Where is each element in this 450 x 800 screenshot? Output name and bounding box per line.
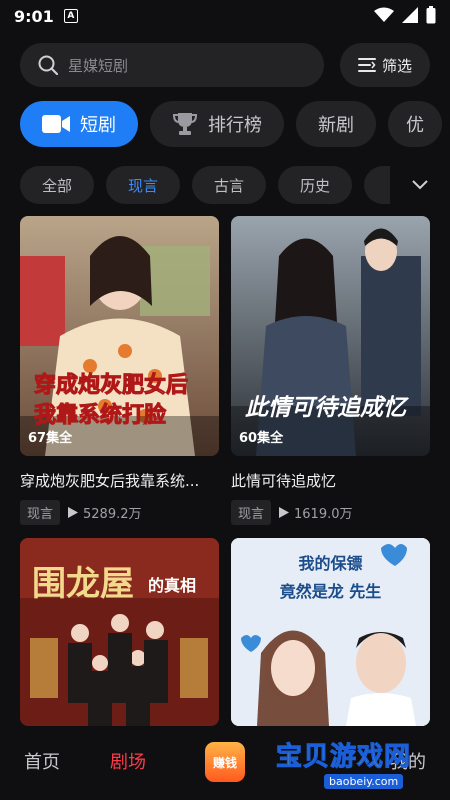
main-tabs: 短剧 排行榜 新剧 优	[20, 101, 450, 147]
drama-meta: 现言 1619.0万	[231, 500, 430, 525]
notification-icon: A	[63, 9, 78, 23]
poster-subtitle: 竟然是龙 先生	[279, 582, 382, 601]
poster-title: 此情可待追成忆	[245, 395, 406, 421]
status-time: 9:01	[14, 6, 54, 26]
genre-tabs: 全部 现言 古言 历史	[20, 166, 450, 204]
tab-label: 短剧	[80, 115, 116, 136]
search-placeholder: 星媒短剧	[68, 56, 129, 75]
search-row: 星媒短剧 筛选	[20, 43, 430, 87]
poster-title: 围龙屋	[32, 564, 134, 604]
chevron-down-icon	[412, 180, 428, 190]
filter-button[interactable]: 筛选	[340, 43, 430, 87]
play-count-value: 5289.2万	[83, 507, 142, 522]
genre-tab-ancient[interactable]: 古言	[192, 166, 267, 204]
battery-icon	[426, 6, 436, 24]
trophy-icon	[172, 113, 198, 135]
wifi-icon	[374, 7, 394, 22]
drama-title[interactable]: 穿成炮灰肥女后我靠系统...	[20, 470, 219, 491]
watermark-url: baobeiy.com	[324, 774, 404, 789]
drama-card[interactable]: 围龙屋 的真相	[20, 538, 219, 726]
earn-label: 赚钱	[212, 755, 237, 770]
drama-card[interactable]: 此情可待追成忆 60集全 此情可待追成忆 现言 1619.0万	[231, 216, 430, 525]
genre-tag: 现言	[231, 500, 272, 525]
drama-poster[interactable]: 穿成炮灰肥女后 我靠系统打脸 67集全	[20, 216, 219, 456]
genre-tab-history[interactable]: 历史	[278, 166, 353, 204]
episode-count: 67集全	[28, 431, 73, 446]
poster-subtitle: 的真相	[148, 576, 197, 595]
nav-theater[interactable]: 剧场	[110, 748, 146, 774]
episode-count: 60集全	[239, 431, 284, 446]
play-icon	[68, 507, 79, 518]
play-icon	[279, 507, 290, 518]
tab-label: 新剧	[318, 115, 354, 136]
play-count-value: 1619.0万	[294, 507, 353, 522]
watermark-text: 宝贝游戏网	[275, 742, 412, 773]
status-bar: 9:01 A	[0, 0, 450, 32]
drama-card[interactable]: 穿成炮灰肥女后 我靠系统打脸 67集全 穿成炮灰肥女后我靠系统... 现言 52…	[20, 216, 219, 525]
genre-tab-modern[interactable]: 现言	[106, 166, 181, 204]
genre-tab-all[interactable]: 全部	[20, 166, 95, 204]
drama-card[interactable]: 我的保镖 竟然是龙 先生	[231, 538, 430, 726]
drama-poster[interactable]: 此情可待追成忆 60集全	[231, 216, 430, 456]
drama-poster[interactable]: 我的保镖 竟然是龙 先生	[231, 538, 430, 726]
watermark: 宝贝游戏网 baobeiy.com	[270, 734, 430, 794]
poster-title: 穿成炮灰肥女后 我靠系统打脸	[34, 373, 189, 429]
play-count: 5289.2万	[68, 503, 142, 522]
tab-label: 优	[406, 115, 424, 136]
play-count: 1619.0万	[279, 503, 353, 522]
signal-icon	[402, 7, 418, 23]
tab-new-drama[interactable]: 新剧	[296, 101, 376, 147]
nav-earn-button[interactable]: 赚钱	[205, 742, 245, 782]
filter-icon	[357, 58, 376, 72]
tab-featured[interactable]: 优	[388, 101, 442, 147]
poster-title: 我的保镖	[298, 554, 363, 573]
status-icons	[374, 6, 436, 24]
tab-ranking[interactable]: 排行榜	[150, 101, 284, 147]
drama-poster[interactable]: 围龙屋 的真相	[20, 538, 219, 726]
expand-genres-button[interactable]	[390, 162, 450, 208]
filter-label: 筛选	[381, 56, 412, 75]
bottom-nav: 首页 剧场 赚钱 我的 宝贝游戏网 baobeiy.com	[0, 726, 450, 800]
drama-meta: 现言 5289.2万	[20, 500, 219, 525]
tab-label: 排行榜	[208, 115, 262, 136]
video-camera-icon	[42, 115, 70, 133]
genre-tag: 现言	[20, 500, 61, 525]
drama-title[interactable]: 此情可待追成忆	[231, 470, 430, 491]
search-input[interactable]: 星媒短剧	[20, 43, 324, 87]
nav-home[interactable]: 首页	[24, 748, 60, 774]
tab-short-drama[interactable]: 短剧	[20, 101, 138, 147]
search-icon	[38, 55, 58, 75]
